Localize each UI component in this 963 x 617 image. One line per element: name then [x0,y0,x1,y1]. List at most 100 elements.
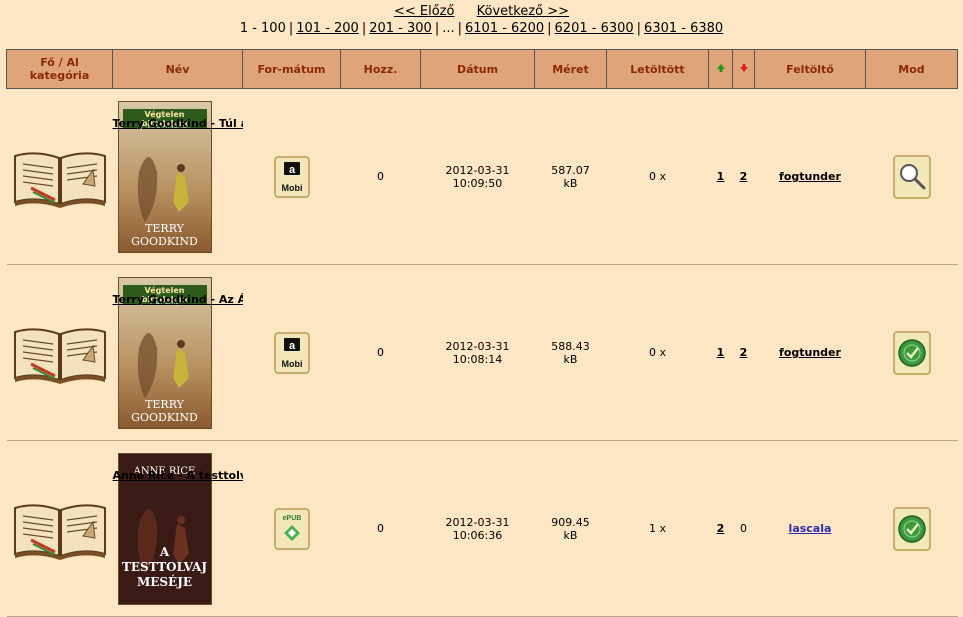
downloaded-cell: 0 x [606,264,709,441]
uploader-link[interactable]: lascala [789,522,832,535]
svg-text:ePUB: ePUB [282,515,301,522]
page-links: 1 - 100 | 101 - 200 | 201 - 300 |... | 6101 - 6… [239,21,724,36]
book-category-icon[interactable] [7,322,113,384]
size-cell: 588.43 kB [534,264,607,441]
col-seeders[interactable] [708,49,733,89]
upload-date: 2012-03-31 [445,339,510,353]
svg-text:a: a [288,164,295,176]
col-uploader[interactable]: Feltöltő [754,49,866,89]
file-size: 909.45 [551,515,590,529]
download-count: 0 x [648,170,666,183]
seeders[interactable]: 1 [717,170,725,183]
torrent-table: Fő / Al kategória Név For-mátum Hozz. Dá… [6,49,958,617]
approved-seal-icon[interactable] [866,330,958,376]
book-category-icon[interactable] [7,498,113,560]
leechers-cell: 2 [732,264,755,441]
seeders-cell: 1 [708,88,733,265]
prev-link[interactable]: << Előző [394,4,454,19]
col-format[interactable]: For-mátum [242,49,341,89]
amazon-mobi-icon[interactable]: a Mobi [243,155,341,199]
upload-date: 2012-03-31 [445,515,510,529]
upload-date: 2012-03-31 [445,163,510,177]
col-mod[interactable]: Mod [865,49,958,89]
downloaded-cell: 1 x [606,440,709,617]
col-name[interactable]: Név [112,49,243,89]
comments-count: 0 [377,522,384,535]
seeders[interactable]: 1 [717,346,725,359]
col-downloaded[interactable]: Letöltött [606,49,709,89]
mod-cell [865,264,958,441]
cover-title: A TESTTOLVAJ MESÉJE [121,544,207,589]
date-cell: 2012-03-31 10:09:50 [420,88,535,265]
book-category-icon[interactable] [7,146,113,208]
category-cell [6,440,113,617]
uploader-link[interactable]: fogtunder [779,346,841,359]
col-leechers[interactable] [732,49,755,89]
comments-cell: 0 [340,264,421,441]
page-link[interactable]: 101 - 200 [296,21,359,36]
file-size-unit: kB [563,352,578,366]
cover-author: TERRY GOODKIND [131,221,198,248]
comments-count: 0 [377,346,384,359]
format-label: Mobi [281,359,302,369]
format-label: Mobi [281,183,302,193]
date-cell: 2012-03-31 10:08:14 [420,264,535,441]
approved-seal-icon[interactable] [866,506,958,552]
uploader-cell: fogtunder [754,88,866,265]
uploader-cell: fogtunder [754,264,866,441]
seeders-cell: 2 [708,440,733,617]
format-cell: a Mobi [242,88,341,265]
col-size[interactable]: Méret [534,49,607,89]
leechers[interactable]: 2 [740,346,748,359]
format-cell: a Mobi [242,264,341,441]
date-cell: 2012-03-31 10:06:36 [420,440,535,617]
format-cell: ePUB [242,440,341,617]
svg-text:a: a [288,340,295,352]
next-link[interactable]: Következő >> [477,4,569,19]
leechers-cell: 0 [732,440,755,617]
col-date[interactable]: Dátum [420,49,535,89]
table-row: Végtelen birodalom II. Túl a Prófécián T… [6,88,958,265]
seeders[interactable]: 2 [717,522,725,535]
size-cell: 587.07 kB [534,88,607,265]
cover-author: TERRY GOODKIND [131,397,198,424]
seeders-cell: 1 [708,264,733,441]
page-link[interactable]: 6301 - 6380 [644,21,723,36]
prev-next: << Előző Következő >> [0,4,963,20]
up-arrow-icon [716,63,725,72]
magnifier-icon[interactable] [866,154,958,200]
amazon-mobi-icon[interactable]: a Mobi [243,331,341,375]
file-size-unit: kB [563,528,578,542]
leechers-cell: 2 [732,88,755,265]
upload-time: 10:09:50 [452,176,503,190]
downloaded-cell: 0 x [606,88,709,265]
uploader-cell: lascala [754,440,866,617]
leechers[interactable]: 2 [740,170,748,183]
page-link[interactable]: 6201 - 6300 [555,21,634,36]
comments-cell: 0 [340,440,421,617]
cover-cell: Végtelen birodalom I. Az Árny TERRY GOOD… [112,264,384,441]
page-link[interactable]: 201 - 300 [369,21,432,36]
size-cell: 909.45 kB [534,440,607,617]
comments-count: 0 [377,170,384,183]
upload-time: 10:06:36 [452,528,503,542]
download-count: 1 x [648,522,666,535]
table-row: Végtelen birodalom I. Az Árny TERRY GOOD… [6,264,958,441]
upload-time: 10:08:14 [452,352,503,366]
down-arrow-icon [739,63,748,72]
leechers: 0 [740,522,747,535]
category-cell [6,264,113,441]
mod-cell [865,440,958,617]
pagination: << Előző Következő >> 1 - 100 | 101 - 200 |… [0,4,963,37]
page-ellipsis: ... [442,21,455,36]
epub-icon[interactable]: ePUB [243,507,341,551]
col-category[interactable]: Fő / Al kategória [6,49,113,89]
page-link[interactable]: 6101 - 6200 [465,21,544,36]
download-count: 0 x [648,346,666,359]
col-comments[interactable]: Hozz. [340,49,421,89]
uploader-link[interactable]: fogtunder [779,170,841,183]
file-size: 587.07 [551,163,590,177]
cover-cell: A TESTTOLVAJ MESÉJE ANNE RICE Anne Rice … [112,440,470,617]
table-header-row: Fő / Al kategória Név For-mátum Hozz. Dá… [6,49,958,89]
cover-cell: Végtelen birodalom II. Túl a Prófécián T… [112,88,477,265]
